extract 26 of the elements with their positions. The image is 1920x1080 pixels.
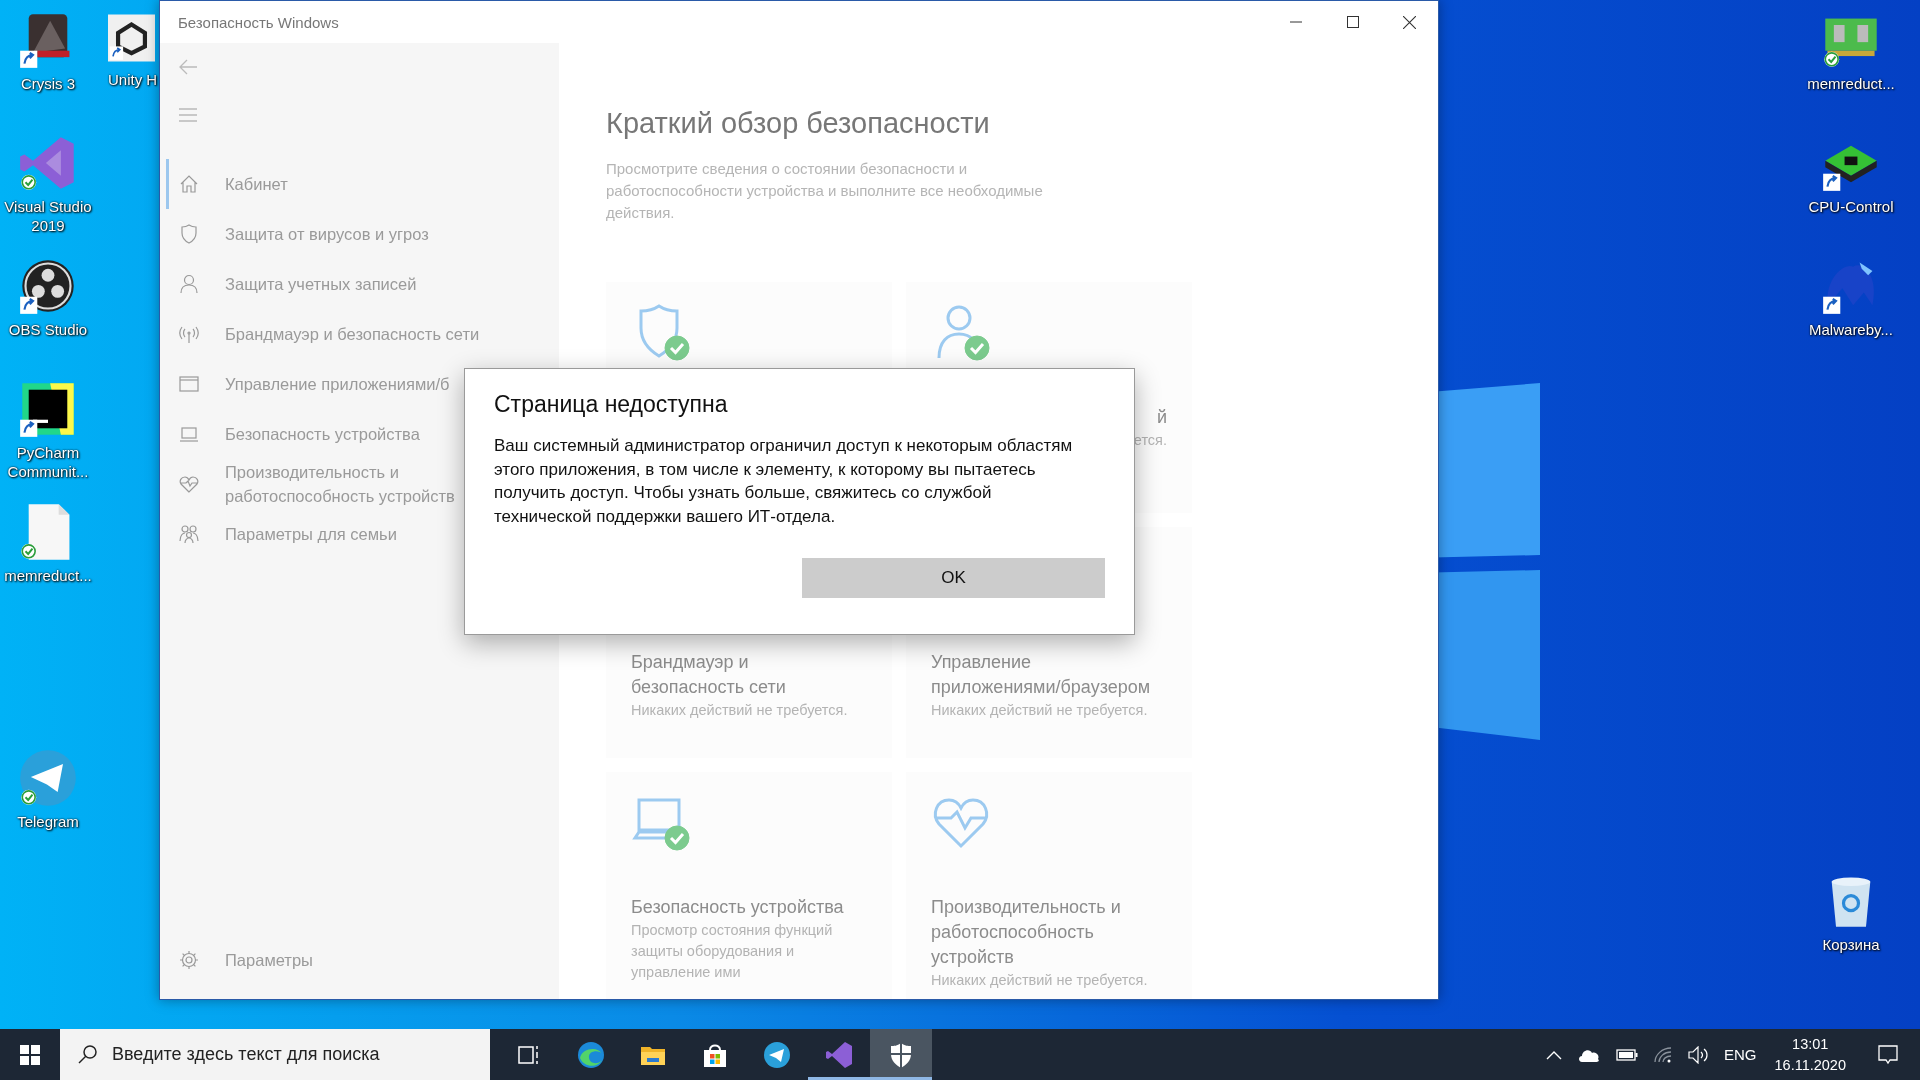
window-title: Безопасность Windows (177, 13, 340, 31)
icon-label: Telegram (17, 812, 79, 831)
page-heading: Краткий обзор безопасности (606, 107, 991, 140)
card-title: Производительность и работоспособность устройств (931, 896, 1122, 969)
icon-label: memreduct... (4, 566, 92, 585)
icon-label: Visual Studio 2019 (3, 197, 93, 235)
card-title: й (1156, 406, 1167, 429)
dialog-message: Ваш системный администратор ограничил доступ к некоторым областям этого приложения, в том числе к элементу, к которому вы пытаетесь получить доступ. Чтобы узнать больше, свяжитесь со службой технической поддержки вашего ИТ-отдела. (494, 435, 1074, 528)
icon-label: Unity H (108, 70, 158, 89)
card-title: Управление приложениями/браузером (931, 651, 1152, 699)
icon-label: CPU-Control (1808, 197, 1894, 216)
card-title: Безопасность устройства (631, 896, 845, 919)
page-description: Просмотрите сведения о состоянии безопасности и работоспособности устройства и выполните все необходимые действия. (606, 159, 1044, 223)
card-status: Никаких действий не требуется. (631, 701, 849, 720)
icon-label: OBS Studio (8, 320, 88, 339)
card-title: Брандмауэр и безопасность сети (631, 651, 787, 699)
card-status: Просмотр состояния функций защиты оборудования и управление ими (631, 921, 834, 982)
card-status: Никаких действий не требуется. (931, 971, 1149, 990)
icon-label: memreduct... (1807, 74, 1895, 93)
dialog-title: Страница недоступна (494, 391, 729, 418)
icon-label: Malwareby... (1809, 320, 1893, 339)
card-status: ется. (1133, 431, 1167, 450)
icon-label: PyCharm Communit... (6, 443, 90, 481)
icon-label: Crysis 3 (20, 74, 76, 93)
icon-label: Корзина (1822, 935, 1880, 954)
card-status: Никаких действий не требуется. (931, 701, 1149, 720)
